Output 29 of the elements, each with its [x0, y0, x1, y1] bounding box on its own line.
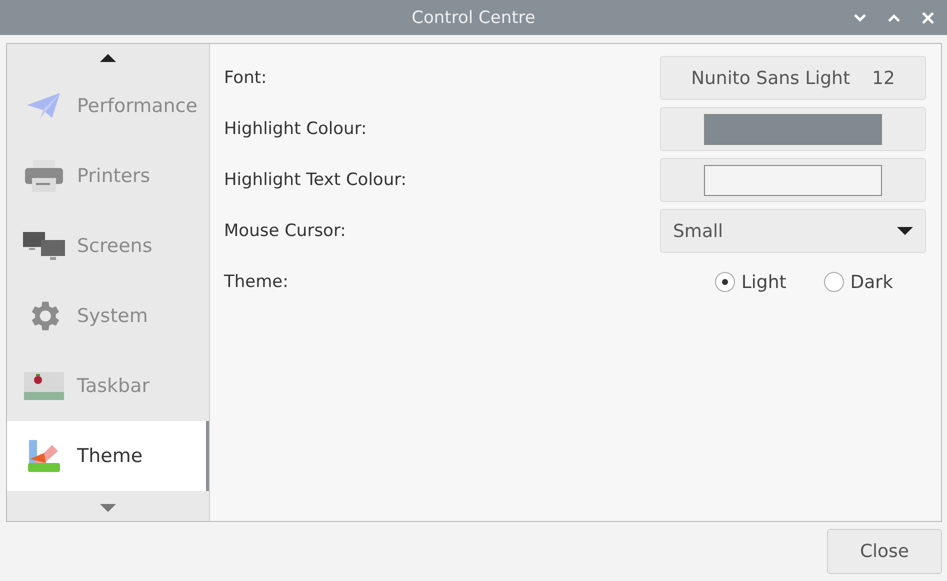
setting-label: Highlight Colour: [224, 119, 367, 139]
window-title: Control Centre [412, 8, 536, 28]
taskbar-icon [24, 372, 64, 400]
printer-icon [24, 159, 64, 193]
sidebar-item[interactable]: Theme [7, 421, 209, 491]
radio-button[interactable] [715, 272, 736, 292]
font-size: 12 [872, 68, 895, 88]
close-icon [921, 10, 935, 24]
setting-label: Highlight Text Colour: [224, 170, 407, 190]
radio-option[interactable]: Light [715, 272, 786, 292]
font-name: Nunito Sans Light [691, 68, 850, 88]
radio-option[interactable]: Dark [824, 272, 893, 292]
colour-swatch-icon [26, 439, 62, 473]
chevron-down-icon [853, 12, 867, 22]
setting-label: Font: [224, 68, 267, 88]
cursor-dropdown[interactable]: Small [660, 209, 926, 253]
colour-button[interactable] [660, 158, 926, 202]
chevron-up-icon [887, 12, 901, 22]
font-button[interactable]: Nunito Sans Light 12 [660, 56, 926, 100]
triangle-down-icon [100, 504, 116, 512]
radio-button[interactable] [824, 272, 844, 292]
setting-label: Mouse Cursor: [224, 221, 346, 241]
caret-icon [897, 227, 913, 235]
triangle-up-icon [100, 54, 116, 62]
setting-label: Theme: [224, 272, 288, 292]
monitors-icon [23, 231, 65, 261]
paper-plane-icon [26, 91, 62, 121]
close-dialog-button[interactable]: Close [827, 529, 942, 574]
colour-button[interactable] [660, 107, 926, 151]
